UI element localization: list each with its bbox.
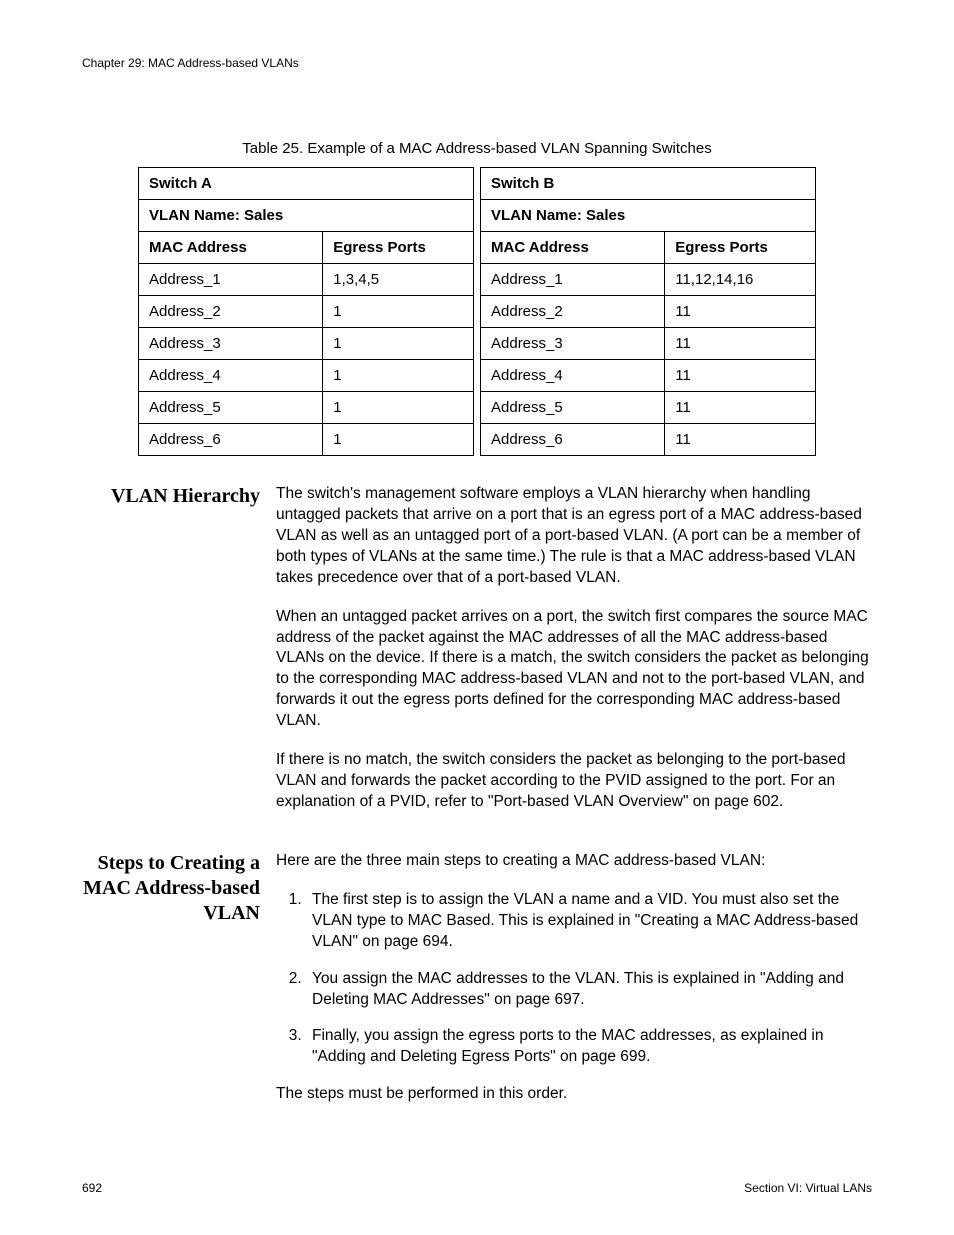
cell-ports: 11 <box>665 328 816 360</box>
list-item: The first step is to assign the VLAN a n… <box>306 890 872 953</box>
chapter-header: Chapter 29: MAC Address-based VLANs <box>82 56 872 70</box>
table-row: Address_311 <box>481 328 816 360</box>
paragraph: When an untagged packet arrives on a por… <box>276 607 872 733</box>
table-row: Address_111,12,14,16 <box>481 264 816 296</box>
cell-mac: Address_6 <box>139 424 323 456</box>
page-footer: 692 Section VI: Virtual LANs <box>82 1181 872 1195</box>
section-label: Section VI: Virtual LANs <box>744 1181 872 1195</box>
cell-ports: 1 <box>323 392 474 424</box>
cell-mac: Address_3 <box>139 328 323 360</box>
switch-b-vlan: VLAN Name: Sales <box>481 200 816 232</box>
switch-a-title: Switch A <box>139 168 474 200</box>
list-item: You assign the MAC addresses to the VLAN… <box>306 969 872 1011</box>
table-row: Address_41 <box>139 360 474 392</box>
switch-b-col-ports: Egress Ports <box>665 232 816 264</box>
cell-ports: 11 <box>665 392 816 424</box>
table-row: Address_11,3,4,5 <box>139 264 474 296</box>
table-row: Address_31 <box>139 328 474 360</box>
cell-ports: 1 <box>323 296 474 328</box>
steps-body: Here are the three main steps to creatin… <box>276 851 872 1123</box>
table-row: Address_61 <box>139 424 474 456</box>
cell-mac: Address_6 <box>481 424 665 456</box>
switch-b-table: Switch B VLAN Name: Sales MAC Address Eg… <box>480 167 816 456</box>
switch-a-col-ports: Egress Ports <box>323 232 474 264</box>
table-row: Address_611 <box>481 424 816 456</box>
cell-mac: Address_2 <box>481 296 665 328</box>
cell-ports: 11 <box>665 424 816 456</box>
table-row: Address_51 <box>139 392 474 424</box>
paragraph: If there is no match, the switch conside… <box>276 750 872 813</box>
cell-ports: 1 <box>323 360 474 392</box>
cell-mac: Address_1 <box>139 264 323 296</box>
steps-list: The first step is to assign the VLAN a n… <box>296 890 872 1068</box>
table-row: Address_21 <box>139 296 474 328</box>
steps-intro: Here are the three main steps to creatin… <box>276 851 872 872</box>
steps-section: Steps to Creating a MAC Address-based VL… <box>82 851 872 1123</box>
switch-a-table: Switch A VLAN Name: Sales MAC Address Eg… <box>138 167 474 456</box>
cell-ports: 11,12,14,16 <box>665 264 816 296</box>
cell-ports: 1,3,4,5 <box>323 264 474 296</box>
vlan-hierarchy-body: The switch's management software employs… <box>276 484 872 831</box>
table-caption: Table 25. Example of a MAC Address-based… <box>82 140 872 157</box>
cell-mac: Address_5 <box>481 392 665 424</box>
vlan-hierarchy-heading: VLAN Hierarchy <box>82 484 260 831</box>
vlan-hierarchy-section: VLAN Hierarchy The switch's management s… <box>82 484 872 831</box>
switch-a-col-mac: MAC Address <box>139 232 323 264</box>
steps-closing: The steps must be performed in this orde… <box>276 1084 872 1105</box>
list-item: Finally, you assign the egress ports to … <box>306 1026 872 1068</box>
switch-b-title: Switch B <box>481 168 816 200</box>
cell-ports: 11 <box>665 296 816 328</box>
table-row: Address_211 <box>481 296 816 328</box>
switch-b-col-mac: MAC Address <box>481 232 665 264</box>
cell-mac: Address_4 <box>481 360 665 392</box>
table-row: Address_411 <box>481 360 816 392</box>
table-row: Address_511 <box>481 392 816 424</box>
cell-ports: 1 <box>323 328 474 360</box>
cell-mac: Address_5 <box>139 392 323 424</box>
cell-mac: Address_2 <box>139 296 323 328</box>
cell-mac: Address_1 <box>481 264 665 296</box>
switch-a-vlan: VLAN Name: Sales <box>139 200 474 232</box>
page-number: 692 <box>82 1181 102 1195</box>
cell-ports: 1 <box>323 424 474 456</box>
paragraph: The switch's management software employs… <box>276 484 872 589</box>
cell-ports: 11 <box>665 360 816 392</box>
cell-mac: Address_4 <box>139 360 323 392</box>
cell-mac: Address_3 <box>481 328 665 360</box>
tables-container: Switch A VLAN Name: Sales MAC Address Eg… <box>82 167 872 456</box>
steps-heading: Steps to Creating a MAC Address-based VL… <box>82 851 260 1123</box>
